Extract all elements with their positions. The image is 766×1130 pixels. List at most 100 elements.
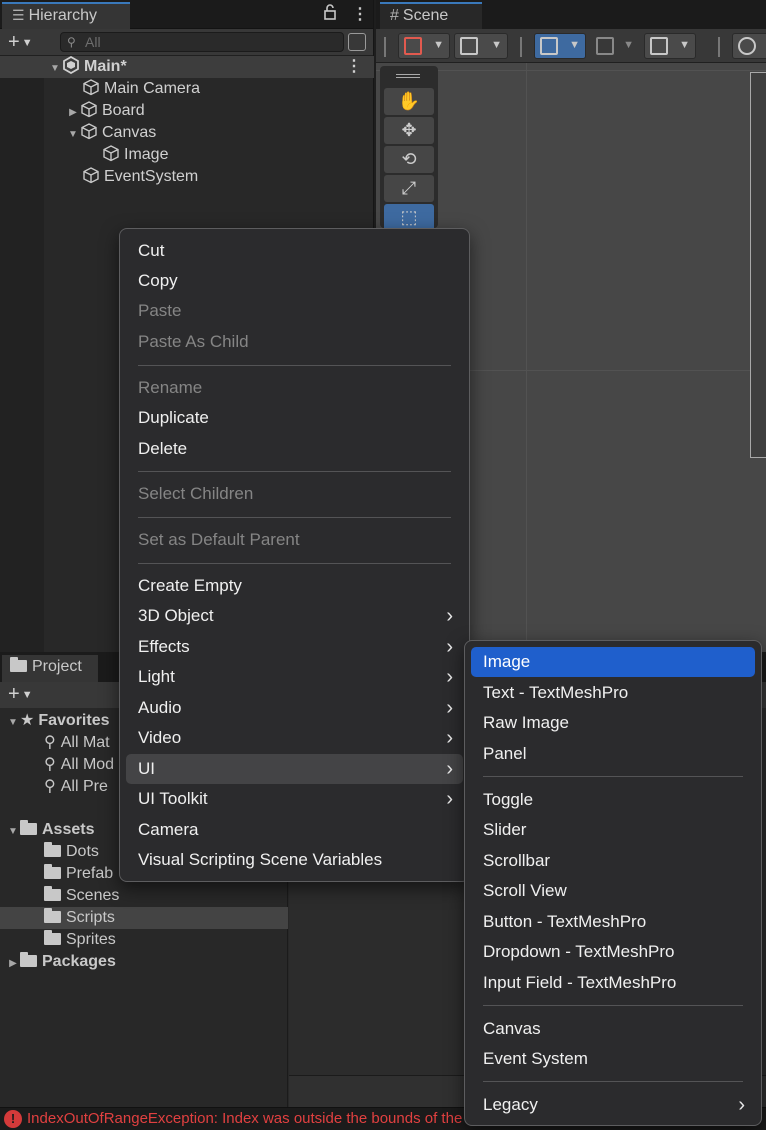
tab-project[interactable]: Project [2,655,98,682]
menu-item-duplicate[interactable]: Duplicate [126,403,463,433]
tab-hierarchy[interactable]: ☰ Hierarchy [2,2,130,29]
scene-kebab-icon[interactable]: ⋮ [346,56,362,78]
search-placeholder: All [85,34,101,50]
menu-item-label: 3D Object [138,606,214,625]
tree-item-main-camera[interactable]: Main Camera [82,78,200,100]
folder-item[interactable]: Dots [44,841,99,863]
expand-arrow-icon[interactable]: ▶ [66,102,80,124]
search-filter-icon[interactable] [348,33,366,51]
list-icon: ☰ [12,7,25,23]
submenu-item-button-textmeshpro[interactable]: Button - TextMeshPro [471,907,755,937]
menu-item-label: Scrollbar [483,851,551,870]
menu-item-rename: Rename [126,373,463,403]
submenu-item-toggle[interactable]: Toggle [471,785,755,815]
expand-arrow-icon[interactable]: ▼ [6,821,20,843]
folder-label: Scripts [66,909,115,926]
expand-arrow-icon[interactable]: ▼ [6,712,20,734]
chevron-down-icon: ▼ [679,39,690,51]
expand-arrow-icon[interactable]: ▶ [6,953,20,975]
menu-item-video[interactable]: Video › [126,723,463,753]
tab-scene[interactable]: # Scene [380,2,482,29]
menu-item-3d-object[interactable]: 3D Object › [126,601,463,631]
favorite-label: All Pre [60,778,108,795]
hand-tool-icon[interactable]: ✋ [384,88,434,115]
folder-item-selected[interactable]: Scripts [0,907,288,929]
favorite-item[interactable]: ⚲ All Mod [44,754,114,776]
grid-hash-icon: # [390,7,399,24]
packages-row[interactable]: ▶ Packages [6,951,116,973]
submenu-item-image[interactable]: Image [471,647,755,677]
submenu-item-canvas[interactable]: Canvas [471,1014,755,1044]
scale-tool-icon[interactable]: ⤢ [384,175,434,202]
folder-item[interactable]: Scenes [44,885,119,907]
submenu-item-panel[interactable]: Panel [471,739,755,769]
folder-item[interactable]: Sprites [44,929,116,951]
menu-item-effects[interactable]: Effects › [126,632,463,662]
tree-item-label: Canvas [102,124,157,141]
menu-item-ui[interactable]: UI › [126,754,463,784]
folder-icon [44,864,61,879]
folder-icon [10,657,27,672]
folder-item[interactable]: Prefab [44,863,113,885]
menu-item-label: UI [138,759,155,778]
favorite-item[interactable]: ⚲ All Pre [44,776,108,798]
folder-label: Scenes [66,887,120,904]
favorite-item[interactable]: ⚲ All Mat [44,732,110,754]
rotate-tool-icon[interactable]: ⟲ [384,146,434,173]
rect-tool-icon[interactable]: ⬚ [384,204,434,231]
menu-item-label: UI Toolkit [138,789,208,808]
assets-row[interactable]: ▼ Assets [6,819,94,841]
tree-item-eventsystem[interactable]: EventSystem [82,166,198,188]
menu-item-delete[interactable]: Delete [126,434,463,464]
menu-item-audio[interactable]: Audio › [126,693,463,723]
hierarchy-kebab-icon[interactable]: ⋮ [352,4,368,24]
gizmos-button[interactable] [732,33,766,59]
assets-label: Assets [42,821,95,838]
snap-increment-button[interactable]: ▼ [590,33,640,59]
expand-arrow-icon[interactable]: ▼ [48,58,62,80]
menu-item-ui-toolkit[interactable]: UI Toolkit › [126,784,463,814]
toolbar-separator [718,37,720,57]
submenu-item-event-system[interactable]: Event System [471,1044,755,1074]
submenu-item-dropdown-textmeshpro[interactable]: Dropdown - TextMeshPro [471,937,755,967]
move-tool-icon[interactable]: ✥ [384,117,434,144]
submenu-item-raw-image[interactable]: Raw Image [471,708,755,738]
draw-mode-button[interactable]: ▼ [398,33,450,59]
search-icon: ⚲ [67,35,76,49]
scene-view-mode-button[interactable]: ▼ [454,33,508,59]
menu-item-visual-scripting-scene-variables[interactable]: Visual Scripting Scene Variables [126,845,463,875]
menu-item-cut[interactable]: Cut [126,236,463,266]
scene-tabbar: # Scene [376,0,766,29]
create-button[interactable]: + ▼ [8,31,33,54]
favorites-row[interactable]: ▼ ★ Favorites [6,710,109,732]
menu-separator [483,1081,743,1082]
tree-item-board[interactable]: ▶ Board [66,100,145,122]
overlay-grip-icon[interactable] [396,74,420,78]
ruler-button[interactable]: ▼ [644,33,696,59]
menu-item-camera[interactable]: Camera [126,815,463,845]
lock-icon[interactable] [323,4,337,25]
grid-snap-button[interactable]: ▼ [534,33,586,59]
submenu-item-text-textmeshpro[interactable]: Text - TextMeshPro [471,678,755,708]
menu-item-create-empty[interactable]: Create Empty [126,571,463,601]
menu-item-label: Raw Image [483,713,569,732]
expand-arrow-icon[interactable]: ▼ [66,124,80,146]
submenu-item-legacy[interactable]: Legacy › [471,1090,755,1120]
menu-item-label: Visual Scripting Scene Variables [138,850,383,869]
submenu-item-slider[interactable]: Slider [471,815,755,845]
submenu-item-scrollbar[interactable]: Scrollbar [471,846,755,876]
submenu-item-scroll-view[interactable]: Scroll View [471,876,755,906]
chevron-down-icon: ▼ [569,39,580,51]
project-create-button[interactable]: + ▼ [8,683,33,706]
submenu-item-input-field-textmeshpro[interactable]: Input Field - TextMeshPro [471,968,755,998]
menu-separator [483,1005,743,1006]
menu-item-copy[interactable]: Copy [126,266,463,296]
scene-row[interactable]: ▼ Main* ⋮ [0,56,374,78]
tree-item-image[interactable]: Image [102,144,168,166]
tree-item-canvas[interactable]: ▼ Canvas [66,122,156,144]
menu-item-light[interactable]: Light › [126,662,463,692]
canvas-gizmo [750,72,766,458]
hierarchy-search-input[interactable]: ⚲ All [60,32,344,52]
menu-separator [138,517,451,518]
search-icon: ⚲ [44,778,56,795]
